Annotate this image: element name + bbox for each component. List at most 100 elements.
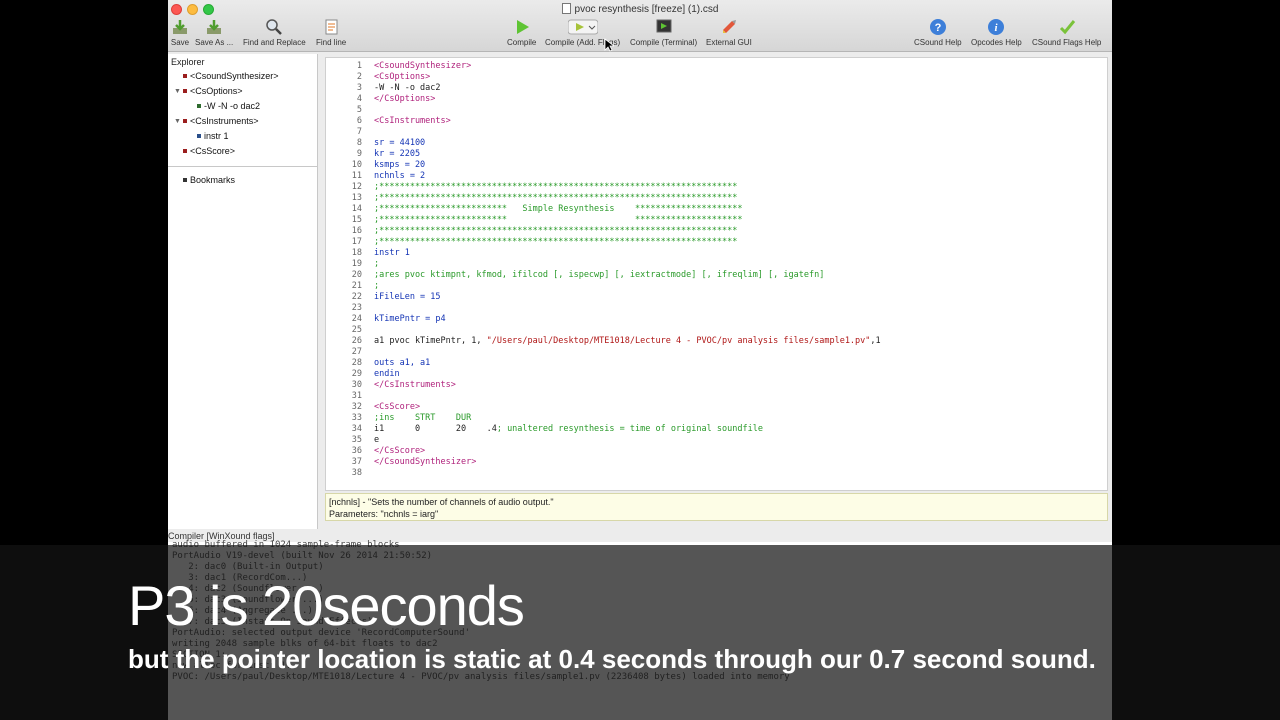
line-number: 22 (351, 292, 362, 302)
line-number: 34 (351, 424, 362, 434)
code-line[interactable]: kr = 2205 (374, 149, 420, 160)
tree-item-csoptions[interactable]: ▼ <CsOptions> (174, 86, 242, 96)
line-number: 10 (351, 160, 362, 170)
save-button[interactable]: Save (170, 17, 190, 47)
tree-item-instr-1[interactable]: instr 1 (197, 131, 229, 141)
line-number: 35 (351, 435, 362, 445)
line-number: 37 (351, 457, 362, 467)
code-line[interactable]: <CsOptions> (374, 72, 430, 83)
code-line[interactable]: iFileLen = 15 (374, 292, 441, 303)
explorer-divider (168, 166, 317, 167)
inline-comment: ; unaltered resynthesis = time of origin… (496, 424, 763, 434)
disclosure-triangle-icon[interactable]: ▼ (174, 88, 181, 95)
check-icon (1057, 17, 1077, 37)
code-line[interactable]: ;ins STRT DUR (374, 413, 471, 424)
code-line[interactable]: <CsoundSynthesizer> (374, 61, 471, 72)
code-line[interactable]: </CsScore> (374, 446, 425, 457)
node-marker-icon (197, 134, 201, 138)
line-number: 6 (356, 116, 362, 126)
code-line[interactable]: -W -N -o dac2 (374, 83, 441, 94)
line-number: 29 (351, 369, 362, 379)
line-number: 26 (351, 336, 362, 346)
code-line[interactable]: ; (374, 259, 379, 270)
line-number: 15 (351, 215, 362, 225)
line-number: 24 (351, 314, 362, 324)
csound-flags-help-button[interactable]: CSound Flags Help (1032, 17, 1101, 47)
line-number: 5 (356, 105, 362, 115)
code-line[interactable]: ;ares pvoc ktimpnt, kfmod, ifilcod [, is… (374, 270, 824, 281)
code-line[interactable]: <CsScore> (374, 402, 420, 413)
line-number: 3 (356, 83, 362, 93)
tree-item-csoundsynthesizer[interactable]: <CsoundSynthesizer> (183, 71, 279, 81)
code-line[interactable]: endin (374, 369, 400, 380)
play-icon (512, 17, 532, 37)
node-marker-icon (183, 149, 187, 153)
tree-item-csinstruments[interactable]: ▼ <CsInstruments> (174, 116, 258, 126)
line-number: 25 (351, 325, 362, 335)
code-line[interactable]: </CsOptions> (374, 94, 435, 105)
code-line[interactable]: e (374, 435, 379, 446)
code-line[interactable]: i1 0 20 .4; unaltered resynthesis = time… (374, 424, 763, 435)
node-marker-icon (183, 74, 187, 78)
code-line[interactable]: ;************************* *************… (374, 215, 742, 226)
mouse-cursor-icon (604, 38, 614, 52)
code-line[interactable]: outs a1, a1 (374, 358, 430, 369)
external-gui-icon (719, 17, 739, 37)
code-line[interactable]: ;***************************************… (374, 226, 737, 237)
play-flags-icon (567, 17, 598, 37)
line-number: 32 (351, 402, 362, 412)
line-number-gutter: 1 2 3 4 5 6 7 8 9 10 11 12 13 14 15 16 17 18 19 20 21 22 23 24 2… (326, 58, 368, 490)
code-line[interactable]: instr 1 (374, 248, 410, 259)
line-number: 17 (351, 237, 362, 247)
code-line[interactable]: ;************************* Simple Resynt… (374, 204, 742, 215)
code-line[interactable]: sr = 44100 (374, 138, 425, 149)
code-line[interactable]: ;***************************************… (374, 237, 737, 248)
code-line[interactable]: ;***************************************… (374, 193, 737, 204)
find-replace-button[interactable]: Find and Replace (243, 17, 306, 47)
code-line[interactable]: <CsInstruments> (374, 116, 451, 127)
code-line[interactable]: ; (374, 281, 379, 292)
line-number: 20 (351, 270, 362, 280)
line-number: 1 (356, 61, 362, 71)
code-line[interactable]: kTimePntr = p4 (374, 314, 446, 325)
terminal-icon (654, 17, 674, 37)
code-line[interactable]: ;***************************************… (374, 182, 737, 193)
svg-text:?: ? (934, 22, 941, 34)
line-number: 31 (351, 391, 362, 401)
find-line-icon (321, 17, 341, 37)
code-editor[interactable]: 1 2 3 4 5 6 7 8 9 10 11 12 13 14 15 16 17 18 19 20 21 22 23 24 2… (325, 57, 1108, 491)
save-as-icon (204, 17, 224, 37)
caption-subtitle: but the pointer location is static at 0.… (128, 644, 1096, 674)
node-marker-icon (182, 89, 187, 93)
help-description: [nchnls] - "Sets the number of channels … (329, 497, 554, 507)
title-bar: pvoc resynthesis [freeze] (1).csd Save S… (168, 0, 1112, 52)
code-line[interactable]: </CsoundSynthesizer> (374, 457, 476, 468)
external-gui-button[interactable]: External GUI (706, 17, 752, 47)
string-literal: "/Users/paul/Desktop/MTE1018/Lecture 4 -… (486, 336, 871, 346)
opcodes-help-button[interactable]: i Opcodes Help (971, 17, 1022, 47)
tree-item-options-flags[interactable]: -W -N -o dac2 (197, 101, 260, 111)
tree-item-bookmarks[interactable]: Bookmarks (183, 175, 235, 185)
node-marker-icon (197, 104, 201, 108)
compile-terminal-button[interactable]: Compile (Terminal) (630, 17, 697, 47)
disclosure-triangle-icon[interactable]: ▼ (174, 118, 181, 125)
csound-help-button[interactable]: ? CSound Help (914, 17, 962, 47)
code-line[interactable]: ksmps = 20 (374, 160, 425, 171)
save-as-button[interactable]: Save As ... (195, 17, 233, 47)
node-marker-icon (183, 178, 187, 182)
code-line[interactable]: </CsInstruments> (374, 380, 456, 391)
line-number: 8 (356, 138, 362, 148)
line-number: 9 (356, 149, 362, 159)
explorer-panel: Explorer <CsoundSynthesizer> ▼ <CsOption… (168, 54, 318, 529)
compile-button[interactable]: Compile (507, 17, 536, 47)
tree-item-csscore[interactable]: <CsScore> (183, 146, 235, 156)
find-line-button[interactable]: Find line (316, 17, 346, 47)
code-line[interactable]: nchnls = 2 (374, 171, 425, 182)
line-number: 21 (351, 281, 362, 291)
find-replace-icon (264, 17, 284, 37)
line-number: 28 (351, 358, 362, 368)
code-line[interactable]: a1 pvoc kTimePntr, 1, "/Users/paul/Deskt… (374, 336, 881, 347)
line-number: 7 (356, 127, 362, 137)
line-number: 23 (351, 303, 362, 313)
node-marker-icon (182, 119, 187, 123)
